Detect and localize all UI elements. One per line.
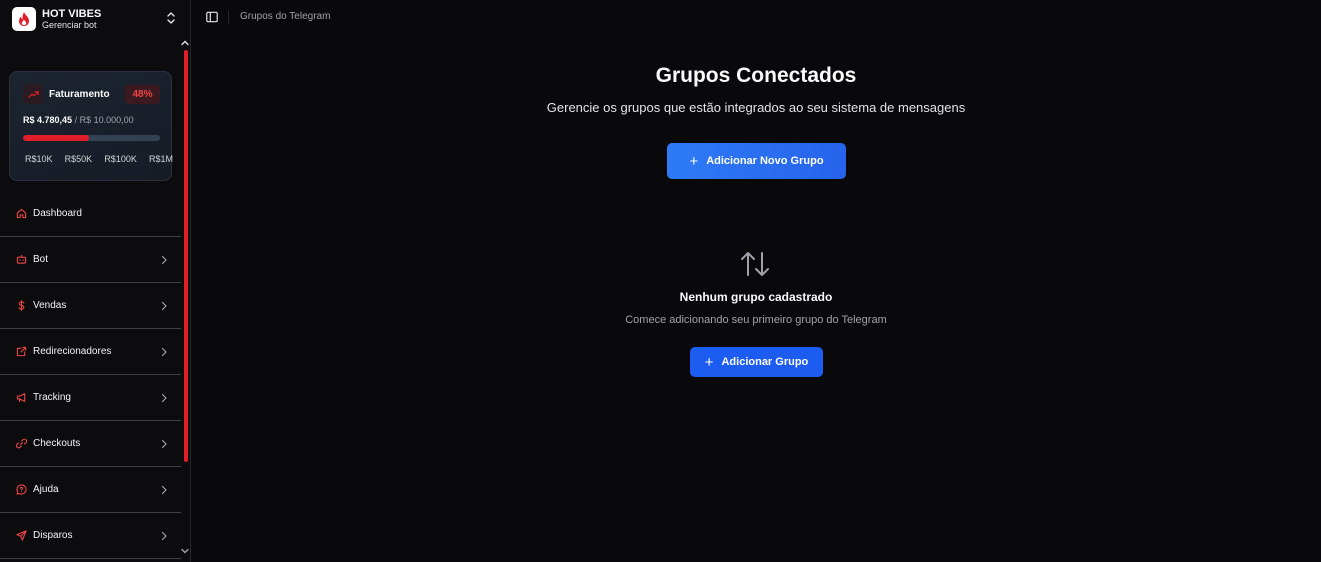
sidebar-toggle-icon[interactable] bbox=[206, 11, 218, 23]
chevron-right-icon bbox=[161, 531, 167, 541]
chevron-right-icon bbox=[161, 255, 167, 265]
brand-name: HOT VIBES bbox=[42, 7, 102, 20]
home-icon bbox=[16, 208, 27, 219]
add-new-group-label: Adicionar Novo Grupo bbox=[706, 155, 824, 167]
sidebar-item-label: Tracking bbox=[33, 392, 71, 403]
add-group-label: Adicionar Grupo bbox=[721, 356, 809, 368]
sidebar-scrollbar-thumb[interactable] bbox=[184, 50, 188, 462]
milestone-label: R$1M bbox=[148, 154, 173, 164]
sidebar-item-label: Disparos bbox=[33, 530, 73, 541]
sidebar-item-tracking[interactable]: Tracking bbox=[0, 375, 181, 421]
send-icon bbox=[16, 530, 27, 541]
scroll-up-arrow-icon[interactable] bbox=[180, 38, 190, 48]
empty-state-title: Nenhum grupo cadastrado bbox=[679, 290, 833, 304]
chevron-right-icon bbox=[161, 347, 167, 357]
megaphone-icon bbox=[16, 392, 27, 403]
trending-up-icon bbox=[23, 84, 43, 104]
brand-subtitle: Gerenciar bot bbox=[42, 20, 97, 31]
sidebar-item-label: Dashboard bbox=[33, 208, 82, 219]
link-icon bbox=[16, 438, 27, 449]
page-title: Grupos Conectados bbox=[655, 64, 857, 87]
page-subtitle: Gerencie os grupos que estão integrados … bbox=[546, 100, 966, 115]
topbar-divider bbox=[228, 11, 229, 24]
revenue-current: R$ 4.780,45 bbox=[23, 115, 73, 125]
sidebar-item-checkouts[interactable]: Checkouts bbox=[0, 421, 181, 467]
revenue-title: Faturamento bbox=[49, 89, 110, 100]
sidebar-item-label: Ajuda bbox=[33, 484, 59, 495]
app-root: HOT VIBES Gerenciar bot Faturamento 48% … bbox=[0, 0, 1321, 562]
plus-icon: + bbox=[689, 152, 699, 170]
empty-state-subtitle: Comece adicionando seu primeiro grupo do… bbox=[625, 314, 887, 326]
chevron-right-icon bbox=[161, 393, 167, 403]
sidebar-item-ajuda[interactable]: Ajuda bbox=[0, 467, 181, 513]
sidebar-item-label: Redirecionadores bbox=[33, 346, 112, 357]
main-content: Grupos do Telegram Grupos Conectados Ger… bbox=[191, 0, 1321, 562]
sidebar-item-disparos[interactable]: Disparos bbox=[0, 513, 181, 559]
bot-switcher[interactable]: HOT VIBES Gerenciar bot bbox=[12, 6, 180, 32]
scroll-down-arrow-icon[interactable] bbox=[180, 546, 190, 556]
flame-logo-icon bbox=[12, 7, 36, 31]
sidebar-item-redirecionadores[interactable]: Redirecionadores bbox=[0, 329, 181, 375]
sidebar-item-vendas[interactable]: Vendas bbox=[0, 283, 181, 329]
add-group-button[interactable]: + Adicionar Grupo bbox=[690, 347, 823, 377]
plus-icon: + bbox=[704, 353, 714, 371]
sidebar-nav: Dashboard Bot Vendas Redirecionadores Tr… bbox=[0, 191, 181, 559]
chevron-right-icon bbox=[161, 485, 167, 495]
chevrons-up-down-icon[interactable] bbox=[166, 11, 176, 25]
sidebar-item-label: Vendas bbox=[33, 300, 67, 311]
milestone-label: R$50K bbox=[64, 154, 93, 164]
chevron-right-icon bbox=[161, 439, 167, 449]
sidebar-item-label: Checkouts bbox=[33, 438, 81, 449]
revenue-goal: / R$ 10.000,00 bbox=[74, 115, 134, 125]
help-chat-icon bbox=[16, 484, 27, 495]
arrow-up-down-icon bbox=[741, 252, 769, 276]
revenue-card: Faturamento 48% R$ 4.780,45 / R$ 10.000,… bbox=[9, 71, 173, 181]
milestone-label: R$100K bbox=[104, 154, 137, 164]
bot-icon bbox=[16, 254, 27, 265]
breadcrumb[interactable]: Grupos do Telegram bbox=[240, 11, 330, 22]
dollar-icon bbox=[16, 300, 27, 311]
sidebar-item-label: Bot bbox=[33, 254, 49, 265]
milestone-label: R$10K bbox=[25, 154, 53, 164]
sidebar-item-dashboard[interactable]: Dashboard bbox=[0, 191, 181, 237]
chevron-right-icon bbox=[161, 301, 167, 311]
add-new-group-button[interactable]: + Adicionar Novo Grupo bbox=[667, 143, 846, 179]
sidebar-item-bot[interactable]: Bot bbox=[0, 237, 181, 283]
revenue-amounts: R$ 4.780,45 / R$ 10.000,00 bbox=[23, 115, 134, 125]
sidebar: HOT VIBES Gerenciar bot Faturamento 48% … bbox=[0, 0, 191, 562]
revenue-progress-bar bbox=[23, 135, 160, 141]
revenue-percent-badge: 48% bbox=[125, 85, 160, 104]
revenue-milestones: R$10K R$50K R$100K R$1M bbox=[25, 154, 173, 164]
revenue-progress-fill bbox=[23, 135, 89, 141]
topbar: Grupos do Telegram bbox=[191, 0, 1321, 34]
external-link-icon bbox=[16, 346, 27, 357]
